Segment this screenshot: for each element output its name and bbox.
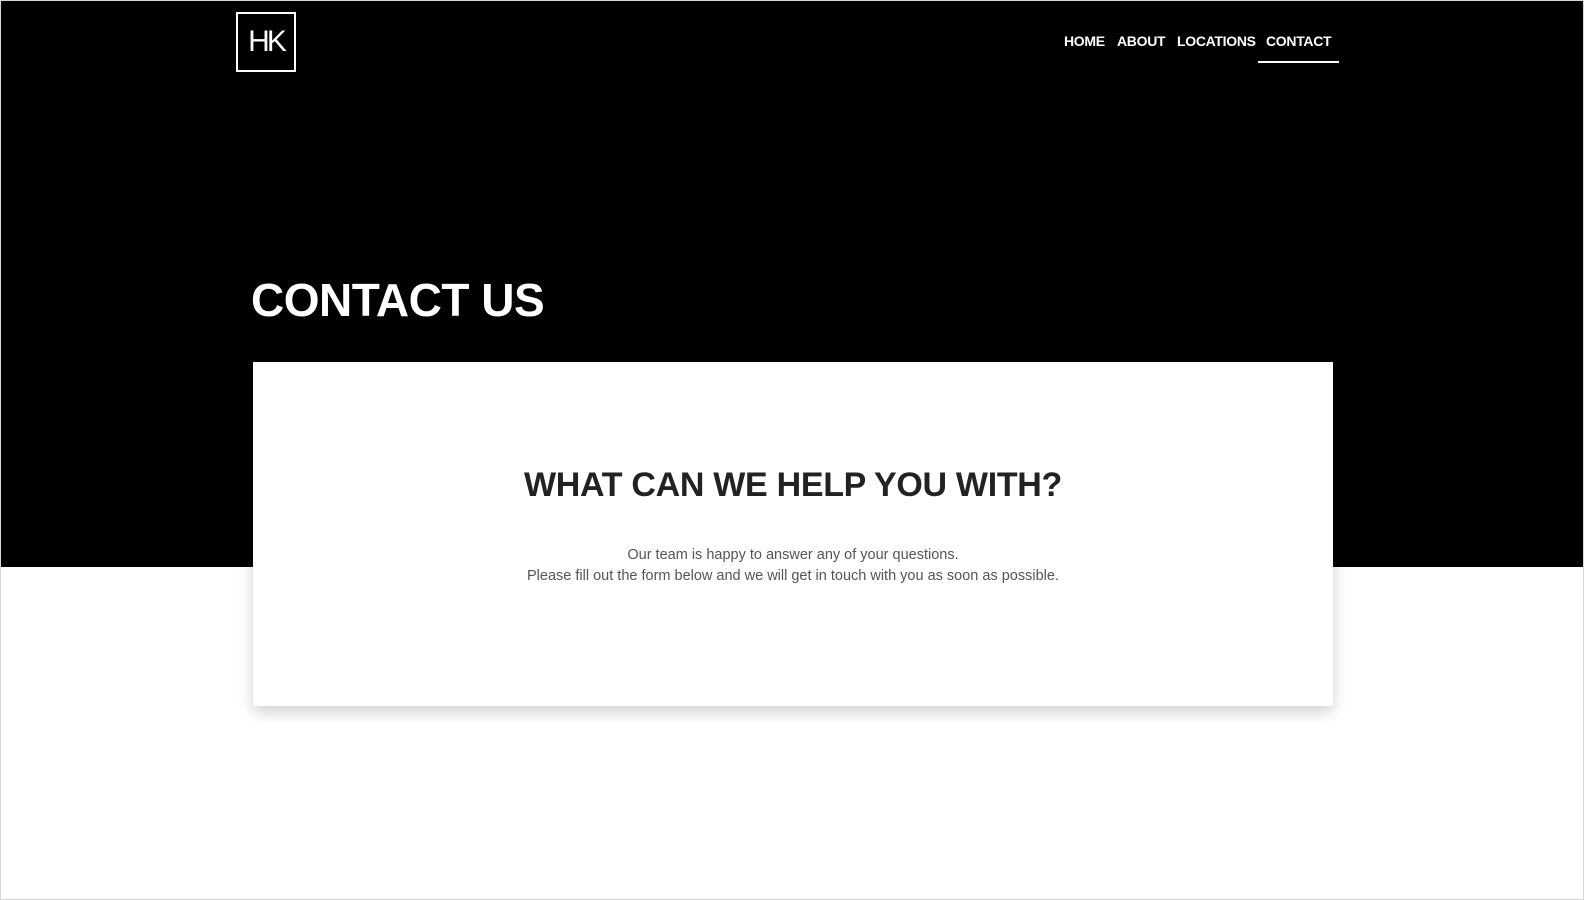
card-description-line-2: Please fill out the form below and we wi…: [527, 568, 1059, 584]
nav-contact[interactable]: CONTACT: [1258, 29, 1340, 63]
card-heading: WHAT CAN WE HELP YOU WITH?: [523, 466, 1063, 504]
main-nav: HOME ABOUT LOCATIONS CONTACT: [1, 29, 1583, 63]
nav-locations[interactable]: LOCATIONS: [1177, 29, 1256, 63]
contact-card: WHAT CAN WE HELP YOU WITH? Our team is h…: [253, 362, 1333, 706]
card-description-line-1: Our team is happy to answer any of your …: [627, 547, 959, 563]
nav-home[interactable]: HOME: [1064, 29, 1105, 63]
page-title: CONTACT US: [251, 274, 545, 326]
card-description: Our team is happy to answer any of your …: [253, 545, 1333, 587]
page: HK HOME ABOUT LOCATIONS CONTACT CONTACT …: [0, 0, 1584, 900]
nav-about[interactable]: ABOUT: [1117, 29, 1166, 63]
